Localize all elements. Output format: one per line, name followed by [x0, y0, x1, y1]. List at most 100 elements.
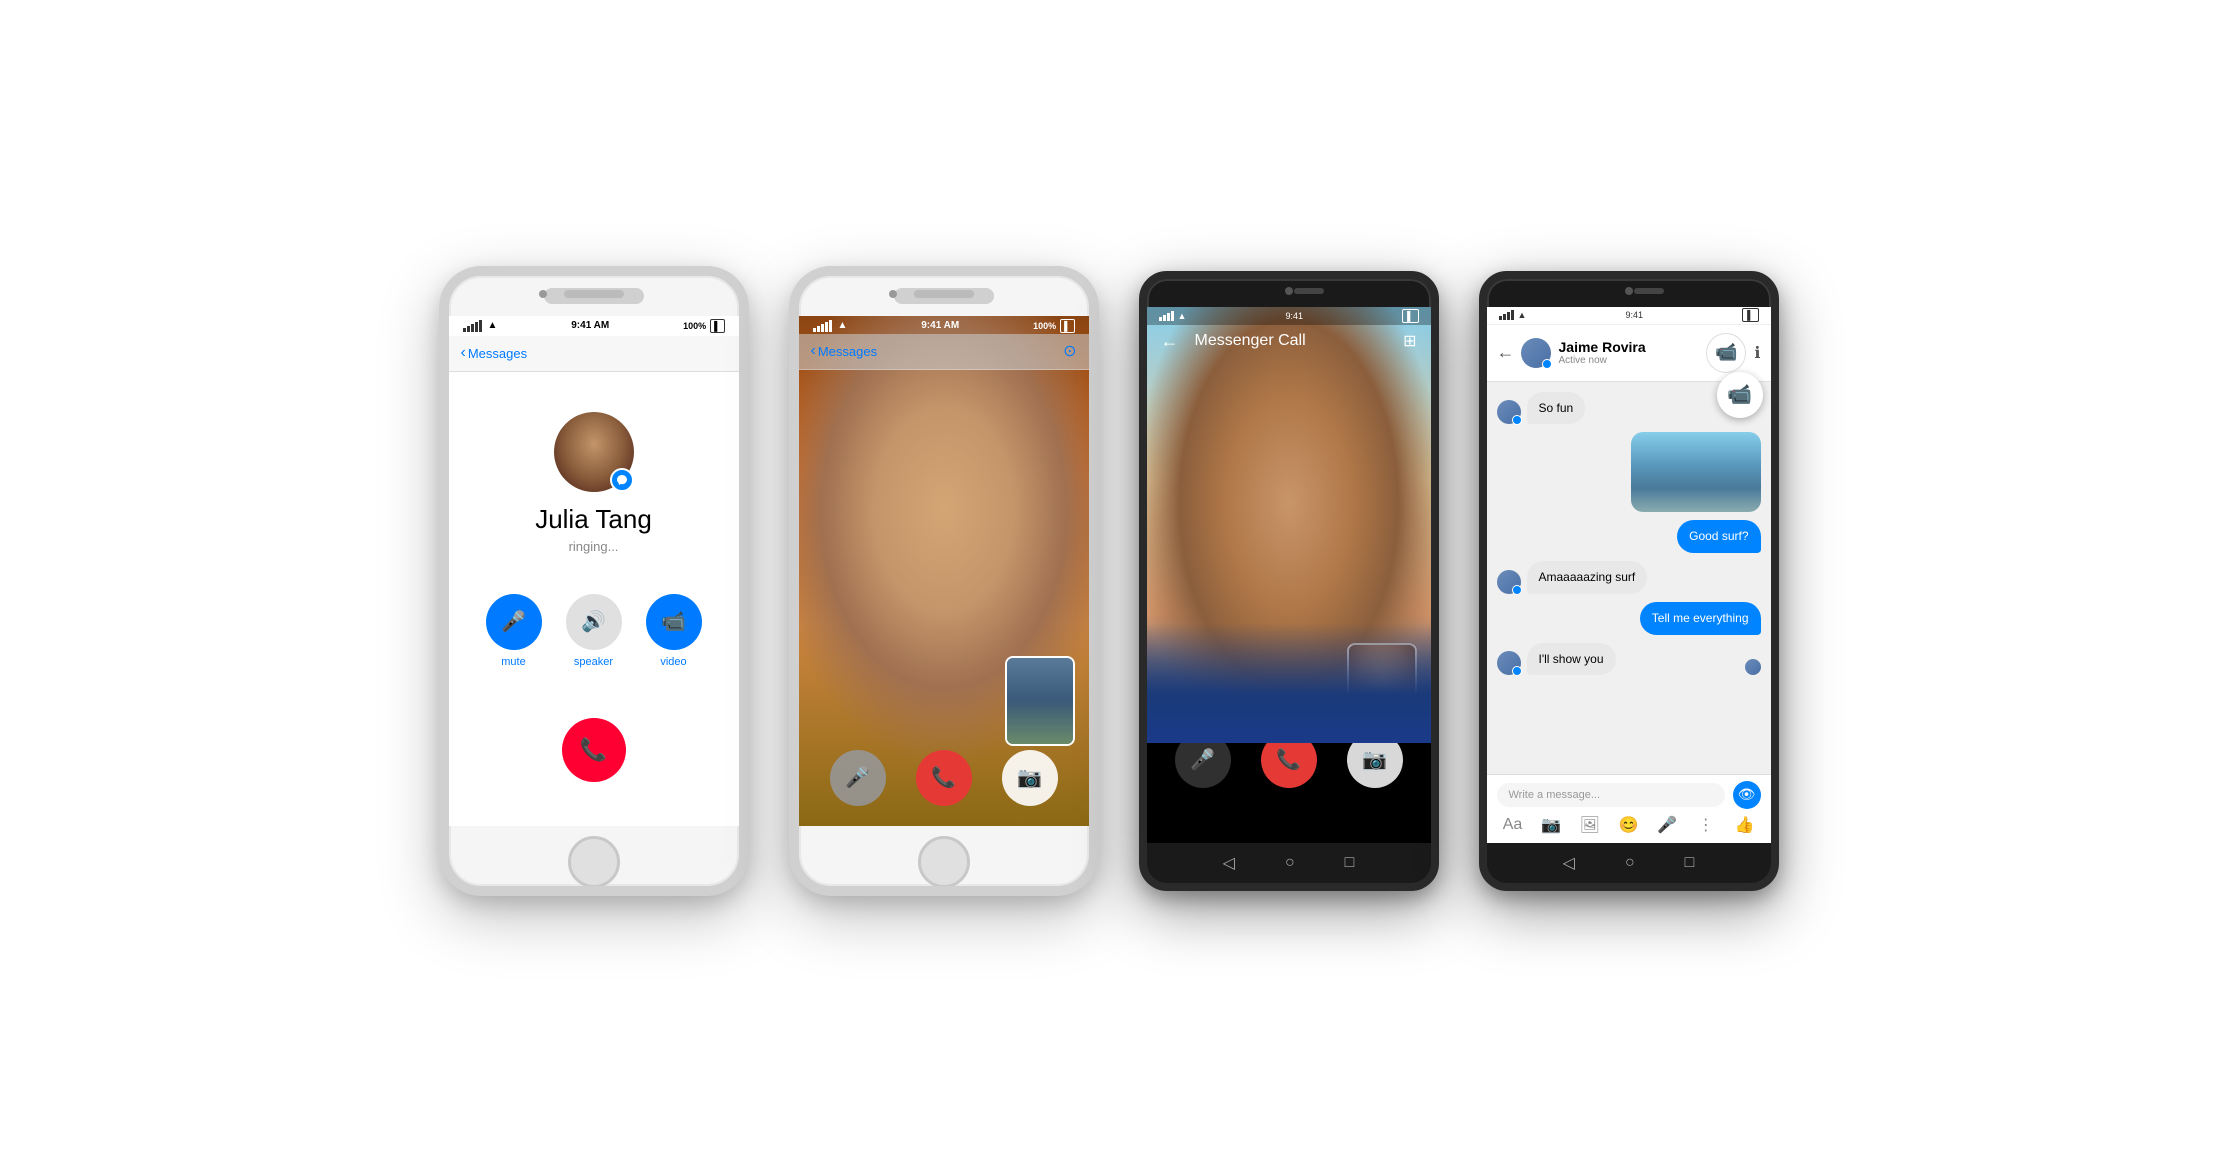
messenger-icon: [616, 474, 628, 486]
input-placeholder: Write a message...: [1509, 789, 1601, 801]
vid-camera-button[interactable]: 📷: [1002, 750, 1058, 806]
active-status: Active now: [1559, 355, 1707, 366]
battery-icon: ▌: [710, 319, 724, 333]
msg-avatar-5: [1497, 651, 1521, 675]
send-button[interactable]: 👁: [1733, 781, 1761, 809]
vid-camera-icon: 📷: [1017, 765, 1042, 790]
msg-row-image: [1497, 432, 1761, 512]
android-back-nav[interactable]: ◁: [1223, 853, 1235, 873]
msg-text-1: So fun: [1539, 401, 1574, 415]
android-recent-nav-4[interactable]: □: [1685, 854, 1695, 872]
back-button-2[interactable]: ‹ Messages: [811, 342, 878, 360]
camera-flip-button[interactable]: ⊙: [1063, 341, 1076, 361]
video-button[interactable]: 📹: [646, 594, 702, 650]
like-icon[interactable]: 👍: [1732, 815, 1756, 835]
speaker-icon: 🔊: [581, 609, 606, 634]
phone4-screen: ▲ 9:41 ▌ ← Jaime Rovira Active now: [1487, 307, 1771, 843]
battery-wrap-4: ▌: [1742, 308, 1758, 322]
back-chevron-icon: ‹: [461, 344, 466, 362]
battery-icon-2: ▌: [1060, 319, 1074, 333]
phone2-screen: ▲ 9:41 AM 100% ▌ ‹ Messages ⊙: [799, 316, 1089, 826]
android-back-nav-4[interactable]: ◁: [1563, 853, 1575, 873]
msg-bubble-2: Good surf?: [1677, 520, 1760, 553]
android-signal-wrap-4: ▲: [1499, 310, 1527, 320]
microphone-icon[interactable]: 🎤: [1655, 815, 1679, 835]
mute-icon: 🎤: [501, 609, 526, 634]
mute-button[interactable]: 🎤: [486, 594, 542, 650]
battery-wrap-3: ▌: [1402, 309, 1418, 323]
vid-end-call-button[interactable]: 📞: [916, 750, 972, 806]
phone3-screen: ▲ 9:41 ▌ ← Messenger Call ⊞: [1147, 307, 1431, 843]
phones-container: ▲ 9:41 AM 100% ▌ ‹ Messages: [399, 226, 1819, 936]
battery-text: 100%: [683, 321, 706, 331]
call-avatar-area: Julia Tang ringing...: [449, 372, 739, 554]
call-controls: 🎤 mute 🔊 speaker 📹 video: [449, 594, 739, 668]
chat-contact-info: Jaime Rovira Active now: [1559, 339, 1707, 366]
chat-input-row: Write a message... 👁: [1497, 781, 1761, 809]
time-display: 9:41 AM: [571, 320, 609, 331]
msg-badge-1: [1512, 415, 1522, 425]
messenger-badge: [610, 468, 634, 492]
android-signal-bars: [1159, 311, 1174, 321]
speaker-top-2: [914, 290, 974, 298]
more-icon[interactable]: ⋮: [1694, 815, 1718, 835]
android-home-nav[interactable]: ○: [1285, 854, 1295, 872]
android-call-title: Messenger Call: [1195, 332, 1306, 350]
info-icon[interactable]: ℹ: [1754, 343, 1760, 363]
camera-icon[interactable]: 📷: [1539, 815, 1563, 835]
msg-avatar-1: [1497, 400, 1521, 424]
video-call-button[interactable]: 📹: [1706, 333, 1746, 373]
android-hangup-icon: 📞: [1276, 747, 1301, 772]
camera-dot-3: [1285, 287, 1293, 295]
chat-input-bar: Write a message... 👁 Aa 📷 🖼 😊 🎤 ⋮ 👍: [1487, 774, 1771, 843]
wifi-icon-3: ▲: [1178, 311, 1187, 321]
wifi-icon: ▲: [488, 320, 498, 331]
font-size-icon[interactable]: Aa: [1501, 816, 1525, 834]
android-camera-icon: 📷: [1362, 747, 1387, 772]
phone2-status-bar: ▲ 9:41 AM 100% ▌: [799, 316, 1089, 336]
video-overlay-button[interactable]: 📹: [1717, 372, 1763, 418]
status-right: 100% ▌: [683, 319, 724, 333]
status-left-2: ▲: [813, 320, 848, 332]
vid-mute-button[interactable]: 🎤: [830, 750, 886, 806]
android-nav-bar: ◁ ○ □: [1147, 843, 1431, 883]
phone4-status-bar: ▲ 9:41 ▌: [1487, 307, 1771, 325]
time-display-2: 9:41 AM: [921, 320, 959, 331]
speaker-button[interactable]: 🔊: [566, 594, 622, 650]
phone3-android: ▲ 9:41 ▌ ← Messenger Call ⊞: [1139, 271, 1439, 891]
contact-name: Jaime Rovira: [1559, 339, 1707, 355]
msg-badge-5: [1512, 666, 1522, 676]
home-button-2[interactable]: [918, 836, 970, 888]
camera-dot-4: [1625, 287, 1633, 295]
image-icon[interactable]: 🖼: [1578, 815, 1602, 835]
phone1-nav: ‹ Messages: [449, 336, 739, 372]
back-label-2: Messages: [818, 344, 877, 359]
speaker-wrap: 🔊 speaker: [566, 594, 622, 668]
status-left: ▲: [463, 320, 498, 332]
status-right-2: 100% ▌: [1033, 319, 1074, 333]
msg-bubble-4: Tell me everything: [1640, 602, 1761, 635]
chat-messages: So fun Good surf?: [1487, 382, 1771, 774]
signal-bars: [463, 320, 482, 332]
wifi-icon-4: ▲: [1518, 310, 1527, 320]
video-wrap: 📹 video: [646, 594, 702, 668]
chat-input-field[interactable]: Write a message...: [1497, 783, 1725, 807]
msg-row-2: Good surf?: [1497, 520, 1761, 553]
back-button[interactable]: ‹ Messages: [461, 344, 528, 362]
vid-mute-icon: 🎤: [845, 765, 870, 790]
camera-dot-2: [889, 290, 897, 298]
contact-avatar: [1521, 338, 1551, 368]
android-call-info-icon[interactable]: ⊞: [1403, 331, 1416, 351]
chat-toolbar: Aa 📷 🖼 😊 🎤 ⋮ 👍: [1497, 813, 1761, 837]
vid-hangup-icon: 📞: [931, 765, 956, 790]
chat-back-icon[interactable]: ←: [1497, 342, 1515, 363]
video-pip-thumbnail: [1005, 656, 1075, 746]
emoji-icon[interactable]: 😊: [1616, 815, 1640, 835]
home-button[interactable]: [568, 836, 620, 888]
android-call-header: ← Messenger Call ⊞: [1147, 323, 1431, 360]
back-arrow-icon[interactable]: ←: [1161, 331, 1179, 352]
android-recent-nav[interactable]: □: [1345, 854, 1355, 872]
msg-bubble-1: So fun: [1527, 392, 1586, 425]
end-call-button[interactable]: 📞: [562, 718, 626, 782]
android-home-nav-4[interactable]: ○: [1625, 854, 1635, 872]
